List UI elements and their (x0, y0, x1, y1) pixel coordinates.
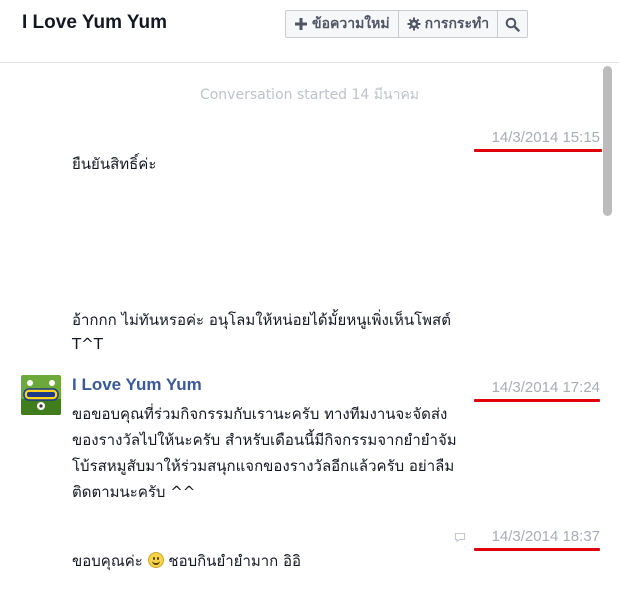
red-underline-mark (474, 399, 600, 402)
message-text-part: ขอบคุณค่ะ (72, 552, 143, 570)
sender-name-link[interactable]: I Love Yum Yum (72, 375, 202, 395)
search-icon (505, 17, 520, 32)
conversation-header: I Love Yum Yum ข้อความใหม่ การกระทำ (0, 0, 619, 63)
actions-button[interactable]: การกระทำ (399, 11, 499, 37)
message-timestamp[interactable]: 14/3/2014 17:24 (492, 379, 600, 396)
new-message-label: ข้อความใหม่ (312, 16, 390, 32)
message-text: โบ้รสหมูสับมาให้ร่วมสนุกแจกของรางวัลอีกแ… (72, 457, 455, 475)
smile-emoji-icon (147, 552, 164, 568)
message-timestamp[interactable]: 14/3/2014 18:37 (492, 528, 600, 545)
message-text: ขอบคุณค่ะ ชอบกินยำยำมาก อิอิ (72, 548, 301, 574)
brand-logo-icon (21, 375, 61, 415)
avatar[interactable] (21, 375, 61, 415)
search-button[interactable] (498, 11, 527, 37)
message-text: ขอขอบคุณที่ร่วมกิจกรรมกับเรานะครับ ทางที… (72, 405, 448, 423)
red-underline-mark (474, 149, 602, 152)
message-text-part: ชอบกินยำยำมาก อิอิ (168, 552, 302, 570)
seen-icon (454, 532, 466, 543)
message-text: T^T (72, 335, 103, 353)
message-text: อ้ากกก ไม่ทันหรอค่ะ อนุโลมให้หน่อยได้มั้… (72, 311, 451, 329)
conversation-started-label: Conversation started 14 มีนาคม (199, 87, 420, 103)
plus-icon (295, 18, 307, 30)
message-text: ติดตามนะครับ ^^ (72, 483, 196, 501)
conversation-title[interactable]: I Love Yum Yum (22, 12, 167, 34)
message-text: ของรางวัลไปให้นะครับ สำหรับเดือนนี้มีกิจ… (72, 431, 457, 449)
new-message-button[interactable]: ข้อความใหม่ (286, 11, 399, 37)
message-text: ยืนยันสิทธิ์ค่ะ (72, 155, 157, 173)
message-timestamp[interactable]: 14/3/2014 15:15 (492, 129, 600, 146)
actions-label: การกระทำ (424, 16, 490, 32)
red-underline-mark (474, 548, 600, 551)
header-toolbar: ข้อความใหม่ การกระทำ (285, 10, 529, 38)
gear-icon (407, 17, 421, 31)
